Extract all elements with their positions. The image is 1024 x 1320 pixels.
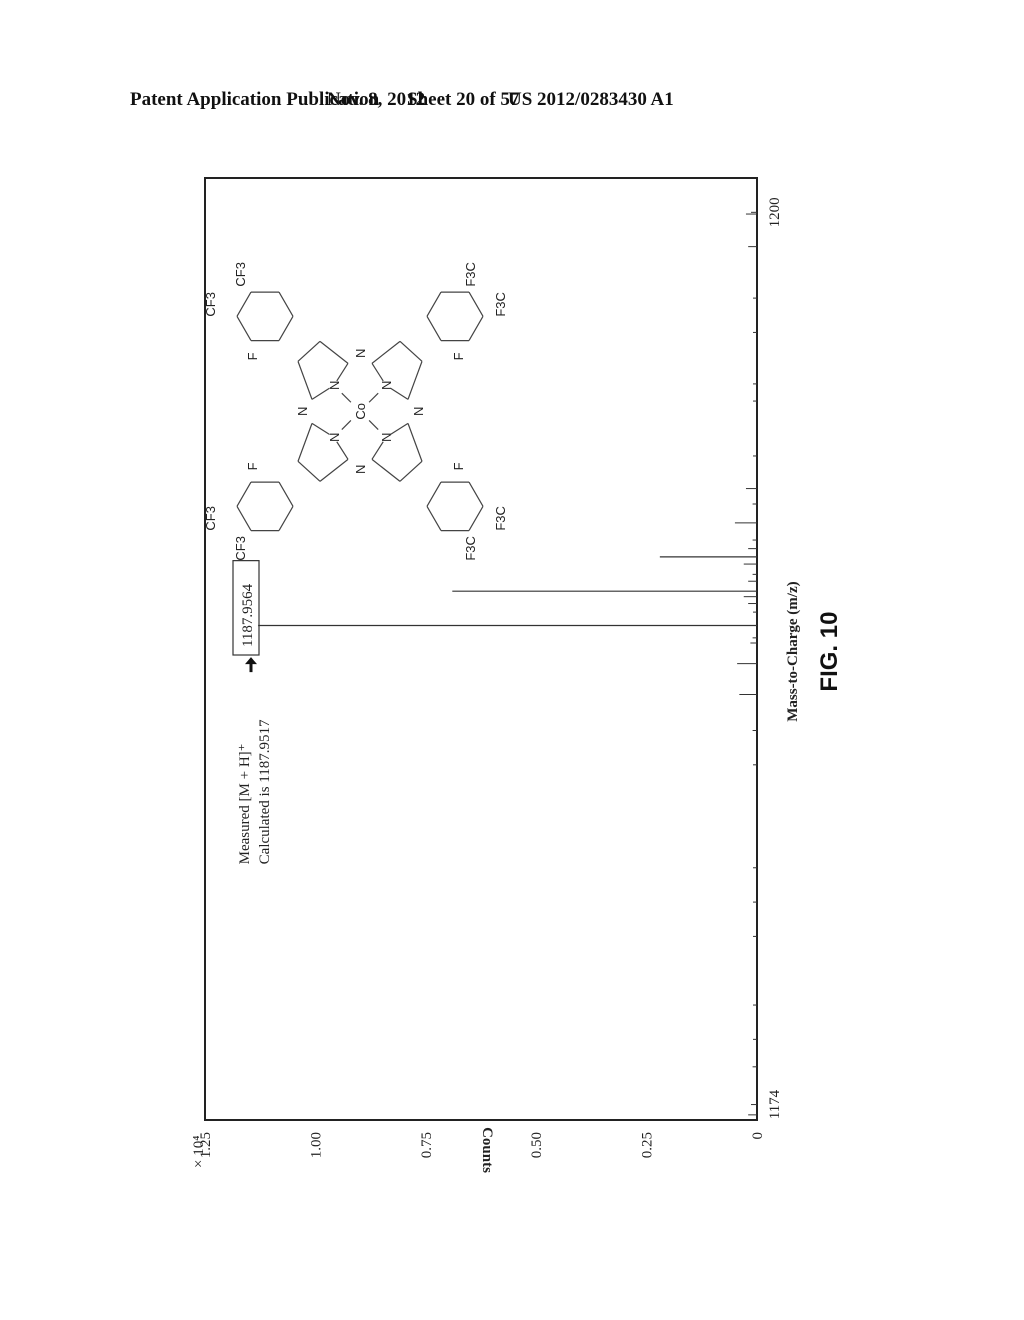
ring-bond bbox=[311, 422, 330, 436]
mass-spectrum-figure: 11741200 00.250.500.751.001.25 Measured … bbox=[191, 177, 843, 1173]
ring-bond bbox=[371, 441, 384, 460]
y-axis-title: Counts bbox=[479, 1127, 495, 1173]
ring-bond bbox=[407, 361, 423, 400]
benzene-bond bbox=[278, 316, 294, 341]
y-tick-label-1: 1.00 bbox=[308, 1132, 324, 1158]
molecule-structure: CoNN NNNNNNCF3CF3FCF3CF3FF3CF3CFF3CF3CF bbox=[203, 262, 508, 561]
coordination-bond bbox=[341, 420, 352, 430]
bridging-nitrogen-label: N bbox=[295, 407, 310, 416]
benzene-bond bbox=[426, 316, 442, 341]
benzene-bond bbox=[236, 316, 252, 341]
x-tick-label-1174: 1174 bbox=[767, 1089, 783, 1119]
cf3-label: CF3 bbox=[203, 506, 218, 531]
benzene-bond bbox=[236, 291, 252, 317]
benzene-bond bbox=[236, 506, 252, 531]
ring-bond bbox=[297, 460, 321, 482]
cf3-label: F3C bbox=[493, 292, 508, 317]
bridging-nitrogen-label: N bbox=[353, 349, 368, 358]
ring-bond bbox=[399, 460, 423, 482]
benzene-bond bbox=[468, 291, 484, 317]
ring-bond bbox=[407, 423, 423, 462]
coordination-bond bbox=[368, 392, 379, 403]
y-tick-label-0_25: 0.25 bbox=[640, 1132, 656, 1158]
ring-bond bbox=[399, 340, 423, 362]
fluorine-label: F bbox=[245, 352, 260, 360]
ring-bond bbox=[297, 361, 313, 400]
cf3-label: F3C bbox=[463, 262, 478, 287]
fluorine-label: F bbox=[245, 462, 260, 470]
y-tick-label-0: 0 bbox=[750, 1132, 766, 1140]
x-axis-title: Mass-to-Charge (m/z) bbox=[785, 581, 801, 721]
y-tick-label-0_5: 0.50 bbox=[529, 1132, 545, 1158]
x-tick-label-1200: 1200 bbox=[767, 197, 783, 227]
ring-bond bbox=[297, 340, 321, 362]
benzene-bond bbox=[278, 291, 294, 317]
ring-bond bbox=[390, 422, 409, 436]
cf3-label: CF3 bbox=[233, 262, 248, 287]
annotation-measured: Measured [M + H]⁺ bbox=[237, 743, 253, 864]
ring-bond bbox=[336, 363, 349, 382]
rotated-chart-group: 11741200 00.250.500.751.001.25 Measured … bbox=[191, 177, 843, 1173]
benzene-bond bbox=[468, 506, 484, 531]
ring-bond bbox=[297, 423, 313, 462]
cf3-label: F3C bbox=[463, 536, 478, 561]
y-axis-multiplier: × 10⁴ bbox=[191, 1136, 207, 1168]
ring-bond bbox=[371, 340, 401, 364]
benzene-bond bbox=[278, 481, 294, 507]
benzene-bond bbox=[426, 506, 442, 531]
ring-bond bbox=[390, 387, 409, 400]
annotation-calculated: Calculated is 1187.9517 bbox=[257, 719, 273, 864]
coordination-bond bbox=[341, 392, 352, 403]
fluorine-label: F bbox=[451, 462, 466, 470]
ring-bond bbox=[336, 441, 349, 460]
benzene-bond bbox=[468, 316, 484, 341]
benzene-bond bbox=[426, 291, 442, 317]
ring-bond bbox=[371, 363, 384, 382]
ring-bond bbox=[319, 458, 349, 482]
arrow-right-icon bbox=[245, 657, 257, 673]
cf3-label: F3C bbox=[493, 506, 508, 531]
benzene-bond bbox=[468, 481, 484, 507]
benzene-bond bbox=[278, 506, 294, 531]
peak-label-value: 1187.9564 bbox=[240, 583, 256, 647]
x-axis-ticks: 1174 1200 bbox=[751, 197, 783, 1119]
figure-label: FIG. 10 bbox=[816, 612, 843, 692]
coordination-bond bbox=[368, 420, 379, 430]
bridging-nitrogen-label: N bbox=[353, 465, 368, 474]
bridging-nitrogen-label: N bbox=[411, 407, 426, 416]
y-tick-label-0_75: 0.75 bbox=[419, 1132, 435, 1158]
benzene-bond bbox=[426, 481, 442, 507]
cobalt-atom-label: Co bbox=[353, 403, 368, 420]
fluorine-label: F bbox=[451, 352, 466, 360]
ring-bond bbox=[311, 387, 330, 400]
ring-bond bbox=[371, 458, 401, 482]
cf3-label: CF3 bbox=[203, 292, 218, 317]
cf3-label: CF3 bbox=[233, 536, 248, 561]
benzene-bond bbox=[236, 481, 252, 507]
peaks bbox=[257, 213, 757, 1116]
ring-bond bbox=[319, 340, 349, 364]
